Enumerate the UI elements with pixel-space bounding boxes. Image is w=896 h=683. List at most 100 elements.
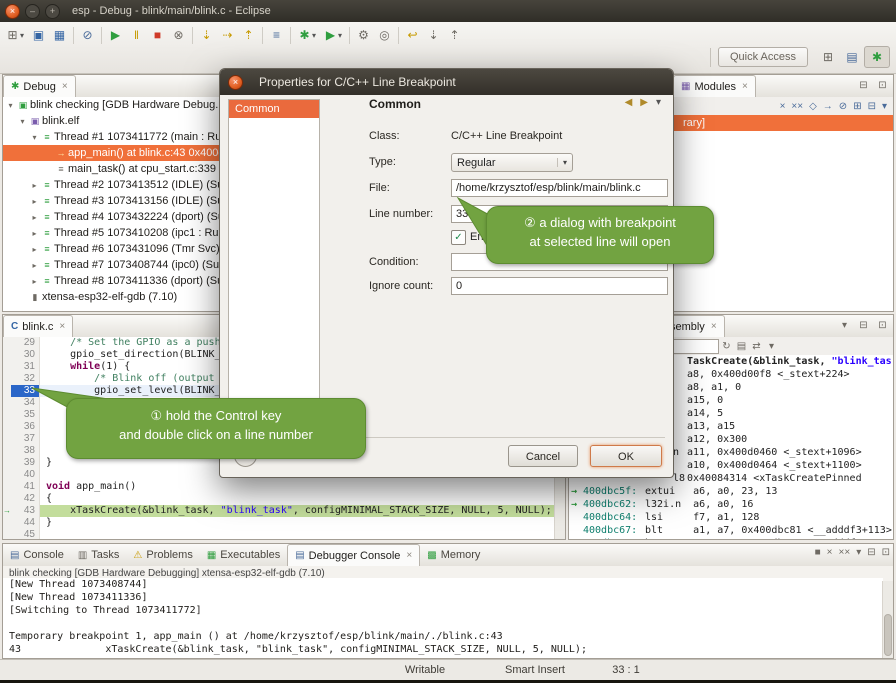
tree-item-thread2[interactable]: ▸ ≡ Thread #2 1073413512 (IDLE) (Susp... [3, 177, 225, 193]
show-source-icon[interactable]: ▤ [734, 339, 749, 354]
sync-with-debug-icon[interactable]: ⇄ [749, 339, 764, 354]
tree-item-thread5[interactable]: ▸ ≡ Thread #5 1073410208 (ipc1 : Runni..… [3, 225, 225, 241]
instruction-stepping-icon[interactable]: ≡ [266, 25, 287, 45]
remove-all-terminated-icon[interactable]: ×× [839, 547, 851, 558]
line-number[interactable]: 39 [11, 457, 40, 469]
code-line[interactable]: void app_main() [40, 481, 565, 493]
ignore-count-input[interactable] [451, 277, 668, 295]
line-number[interactable]: 44 [11, 517, 40, 529]
new-wizard-caret-icon[interactable]: ▾ [20, 31, 28, 40]
build-icon[interactable]: ⚙ [353, 25, 374, 45]
line-number[interactable]: 29 [11, 337, 40, 349]
tab-debug[interactable]: ✱ Debug × [3, 75, 76, 97]
open-perspective-icon[interactable]: ⊞ [816, 47, 840, 67]
debug-perspective-icon[interactable]: ✱ [864, 46, 890, 68]
cpp-perspective-icon[interactable]: ▤ [840, 47, 864, 67]
tree-item-thread3[interactable]: ▸ ≡ Thread #3 1073413156 (IDLE) (Susp... [3, 193, 225, 209]
dialog-title-bar[interactable]: × Properties for C/C++ Line Breakpoint [220, 69, 673, 95]
tab-close-icon[interactable]: × [406, 550, 412, 561]
console-output[interactable]: [New Thread 1073408744] [New Thread 1073… [3, 578, 883, 658]
refresh-disassembly-icon[interactable]: ↻ [719, 339, 734, 354]
line-number[interactable]: 45 [11, 529, 40, 539]
code-line-current[interactable]: xTaskCreate(&blink_task, "blink_task", c… [40, 505, 565, 517]
window-minimize-icon[interactable]: – [25, 4, 40, 19]
code-line[interactable] [40, 529, 565, 539]
tab-blink-c[interactable]: C blink.c × [3, 315, 73, 337]
tab-modules[interactable]: ▦ Modules × [673, 75, 756, 97]
cancel-button[interactable]: Cancel [508, 445, 578, 467]
view-menu-icon[interactable]: ▾ [882, 101, 887, 112]
window-close-icon[interactable]: × [5, 4, 20, 19]
view-menu-icon[interactable]: ▾ [837, 318, 852, 333]
maximize-panel-icon[interactable]: ⊡ [875, 318, 890, 333]
dialog-close-icon[interactable]: × [228, 75, 243, 90]
save-icon[interactable]: ▣ [28, 25, 49, 45]
tree-item-thread6[interactable]: ▸ ≡ Thread #6 1073431096 (Tmr Svc) (S... [3, 241, 225, 257]
quick-access-button[interactable]: Quick Access [718, 47, 808, 67]
tab-executables[interactable]: ▦ Executables [200, 544, 287, 566]
forward-arrow-icon[interactable]: ▶ [640, 97, 648, 108]
tab-close-icon[interactable]: × [742, 81, 748, 92]
line-number[interactable]: 42 [11, 493, 40, 505]
maximize-panel-icon[interactable]: ⊡ [875, 78, 890, 93]
tab-tasks[interactable]: ▥ Tasks [71, 544, 127, 566]
scrollbar-thumb[interactable] [884, 614, 892, 656]
tree-item-thread8[interactable]: ▸ ≡ Thread #8 1073411336 (dport) (Sus... [3, 273, 225, 289]
terminate-console-icon[interactable]: ■ [815, 547, 821, 558]
line-number[interactable]: 40 [11, 469, 40, 481]
tab-memory[interactable]: ▩ Memory [420, 544, 487, 566]
minimize-panel-icon[interactable]: ⊟ [867, 547, 875, 558]
tab-close-icon[interactable]: × [711, 321, 717, 332]
skip-breakpoints-icon[interactable]: ⊘ [839, 101, 847, 112]
back-arrow-icon[interactable]: ◀ [625, 97, 633, 108]
search-icon[interactable]: ◎ [374, 25, 395, 45]
collapse-all-icon[interactable]: ⊟ [868, 101, 876, 112]
step-return-icon[interactable]: ⇡ [238, 25, 259, 45]
sidebar-item-common[interactable]: Common [229, 100, 319, 118]
tree-item-stack-frame-main-task[interactable]: ≡ main_task() at cpu_start.c:339 0x4... [3, 161, 225, 177]
line-number[interactable]: 31 [11, 361, 40, 373]
tree-item-stack-frame-app-main[interactable]: → app_main() at blink.c:43 0x400dbc... [3, 145, 225, 161]
step-into-icon[interactable]: ⇣ [196, 25, 217, 45]
run-caret-icon[interactable]: ▾ [338, 31, 346, 40]
skip-all-breakpoints-icon[interactable]: ⊘ [77, 25, 98, 45]
remove-launch-icon[interactable]: × [827, 547, 833, 558]
code-line[interactable]: } [40, 517, 565, 529]
previous-annotation-icon[interactable]: ⇡ [444, 25, 465, 45]
line-number[interactable]: 38 [11, 445, 40, 457]
disassembly-menu-icon[interactable]: ▾ [764, 339, 779, 354]
go-to-file-for-breakpoint-icon[interactable]: → [823, 101, 833, 112]
line-number[interactable]: 30 [11, 349, 40, 361]
page-menu-icon[interactable]: ▾ [656, 97, 661, 108]
tab-console[interactable]: ▤ Console [3, 544, 71, 566]
minimize-panel-icon[interactable]: ⊟ [856, 318, 871, 333]
tree-item-launch-config[interactable]: ▾ ▣ blink checking [GDB Hardware Debug..… [3, 97, 225, 113]
tab-problems[interactable]: ⚠ Problems [126, 544, 199, 566]
console-scrollbar[interactable] [882, 581, 893, 658]
step-over-icon[interactable]: ⇢ [217, 25, 238, 45]
window-maximize-icon[interactable]: + [45, 4, 60, 19]
maximize-panel-icon[interactable]: ⊡ [882, 547, 890, 558]
tree-item-thread4[interactable]: ▸ ≡ Thread #4 1073432224 (dport) (Sus... [3, 209, 225, 225]
tree-item-thread1[interactable]: ▾ ≡ Thread #1 1073411772 (main : Runn... [3, 129, 225, 145]
tree-item-thread7[interactable]: ▸ ≡ Thread #7 1073408744 (ipc0) (Susp... [3, 257, 225, 273]
minimize-panel-icon[interactable]: ⊟ [856, 78, 871, 93]
debug-caret-icon[interactable]: ▾ [312, 31, 320, 40]
tab-debugger-console[interactable]: ▤ Debugger Console × [287, 544, 420, 566]
remove-breakpoint-icon[interactable]: × [780, 101, 786, 112]
remove-all-breakpoints-icon[interactable]: ×× [791, 101, 803, 112]
expand-all-icon[interactable]: ⊞ [853, 101, 861, 112]
suspend-icon[interactable]: ‖ [126, 25, 147, 45]
last-edit-location-icon[interactable]: ↩ [402, 25, 423, 45]
code-line[interactable]: { [40, 493, 565, 505]
tree-item-gdb-process[interactable]: ▮ xtensa-esp32-elf-gdb (7.10) [3, 289, 225, 305]
line-number[interactable]: 43 [11, 505, 40, 517]
tab-close-icon[interactable]: × [62, 81, 68, 92]
tab-close-icon[interactable]: × [59, 321, 65, 332]
disconnect-icon[interactable]: ⊗ [168, 25, 189, 45]
line-number[interactable]: 41 [11, 481, 40, 493]
console-menu-icon[interactable]: ▾ [856, 547, 861, 558]
save-all-icon[interactable]: ▦ [49, 25, 70, 45]
tree-item-elf[interactable]: ▾ ▣ blink.elf [3, 113, 225, 129]
ok-button[interactable]: OK [590, 445, 662, 467]
